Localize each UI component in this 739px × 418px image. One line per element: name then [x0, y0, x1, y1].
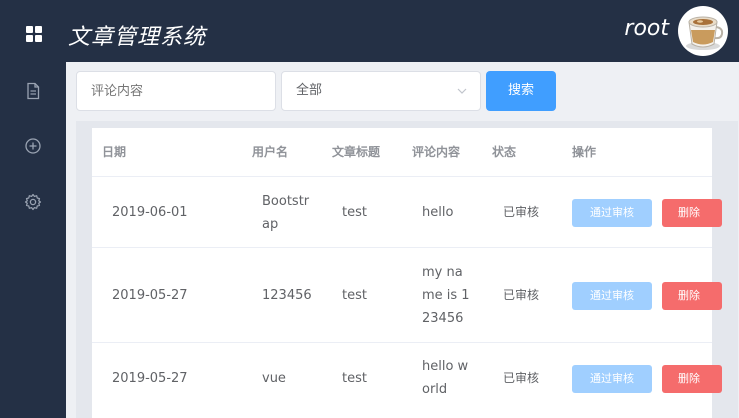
- row-status: 已审核: [503, 371, 540, 385]
- grid-menu-icon[interactable]: [26, 26, 44, 44]
- delete-button[interactable]: 删除: [662, 365, 722, 393]
- row-username: 123456: [262, 288, 312, 303]
- row-comment: my name is 123456: [422, 265, 470, 326]
- row-article-title: test: [342, 205, 367, 220]
- coffee-cup-icon: [686, 16, 724, 50]
- approve-button[interactable]: 通过审核: [572, 199, 652, 227]
- column-header-comment: 评论内容: [412, 145, 461, 159]
- approve-button[interactable]: 通过审核: [572, 282, 652, 310]
- column-header-date: 日期: [102, 145, 127, 159]
- document-icon[interactable]: [24, 82, 42, 100]
- plus-circle-icon[interactable]: [24, 137, 42, 155]
- row-date: 2019-05-27: [112, 288, 188, 303]
- status-select[interactable]: 全部: [281, 71, 481, 111]
- column-header-username: 用户名: [252, 145, 289, 159]
- table-row: 2019-06-01 Bootstrap test hello 已审核 通过审核…: [92, 176, 722, 247]
- row-date: 2019-06-01: [112, 205, 188, 220]
- avatar[interactable]: [678, 6, 728, 56]
- column-header-article-title: 文章标题: [332, 145, 381, 159]
- delete-button[interactable]: 删除: [662, 199, 722, 227]
- table-row: 2019-05-27 123456 test my name is 123456…: [92, 247, 722, 342]
- chevron-down-icon: [457, 88, 467, 94]
- table-row: 2019-05-27 vue test hello world 已审核 通过审核…: [92, 342, 722, 418]
- column-header-status: 状态: [492, 145, 517, 159]
- row-comment: hello: [422, 205, 454, 220]
- row-article-title: test: [342, 288, 367, 303]
- app: 文章管理系统 root 评论内容 全部 搜索 日期 用户名 文章标题 评论内容 …: [0, 0, 739, 418]
- top-bar: 文章管理系统 root: [0, 0, 739, 62]
- row-username: Bootstrap: [262, 194, 310, 232]
- search-button[interactable]: 搜索: [486, 71, 556, 111]
- delete-button[interactable]: 删除: [662, 282, 722, 310]
- status-select-value: 全部: [296, 83, 323, 98]
- row-username: vue: [262, 371, 286, 386]
- row-article-title: test: [342, 371, 367, 386]
- row-status: 已审核: [503, 288, 540, 302]
- main-content: 全部 搜索 日期 用户名 文章标题 评论内容 状态 操作 2019-06-01 …: [66, 62, 739, 418]
- sidebar: [0, 62, 66, 418]
- row-comment: hello world: [422, 359, 469, 397]
- table-container: 日期 用户名 文章标题 评论内容 状态 操作 2019-06-01 Bootst…: [76, 121, 738, 418]
- column-header-actions: 操作: [572, 145, 597, 159]
- comment-search-input[interactable]: [76, 71, 276, 111]
- approve-button[interactable]: 通过审核: [572, 365, 652, 393]
- gear-icon[interactable]: [24, 193, 42, 211]
- app-title: 文章管理系统: [68, 25, 207, 50]
- row-status: 已审核: [503, 205, 540, 219]
- username[interactable]: root: [624, 16, 669, 41]
- comments-table: 日期 用户名 文章标题 评论内容 状态 操作 2019-06-01 Bootst…: [92, 128, 722, 418]
- row-date: 2019-05-27: [112, 371, 188, 386]
